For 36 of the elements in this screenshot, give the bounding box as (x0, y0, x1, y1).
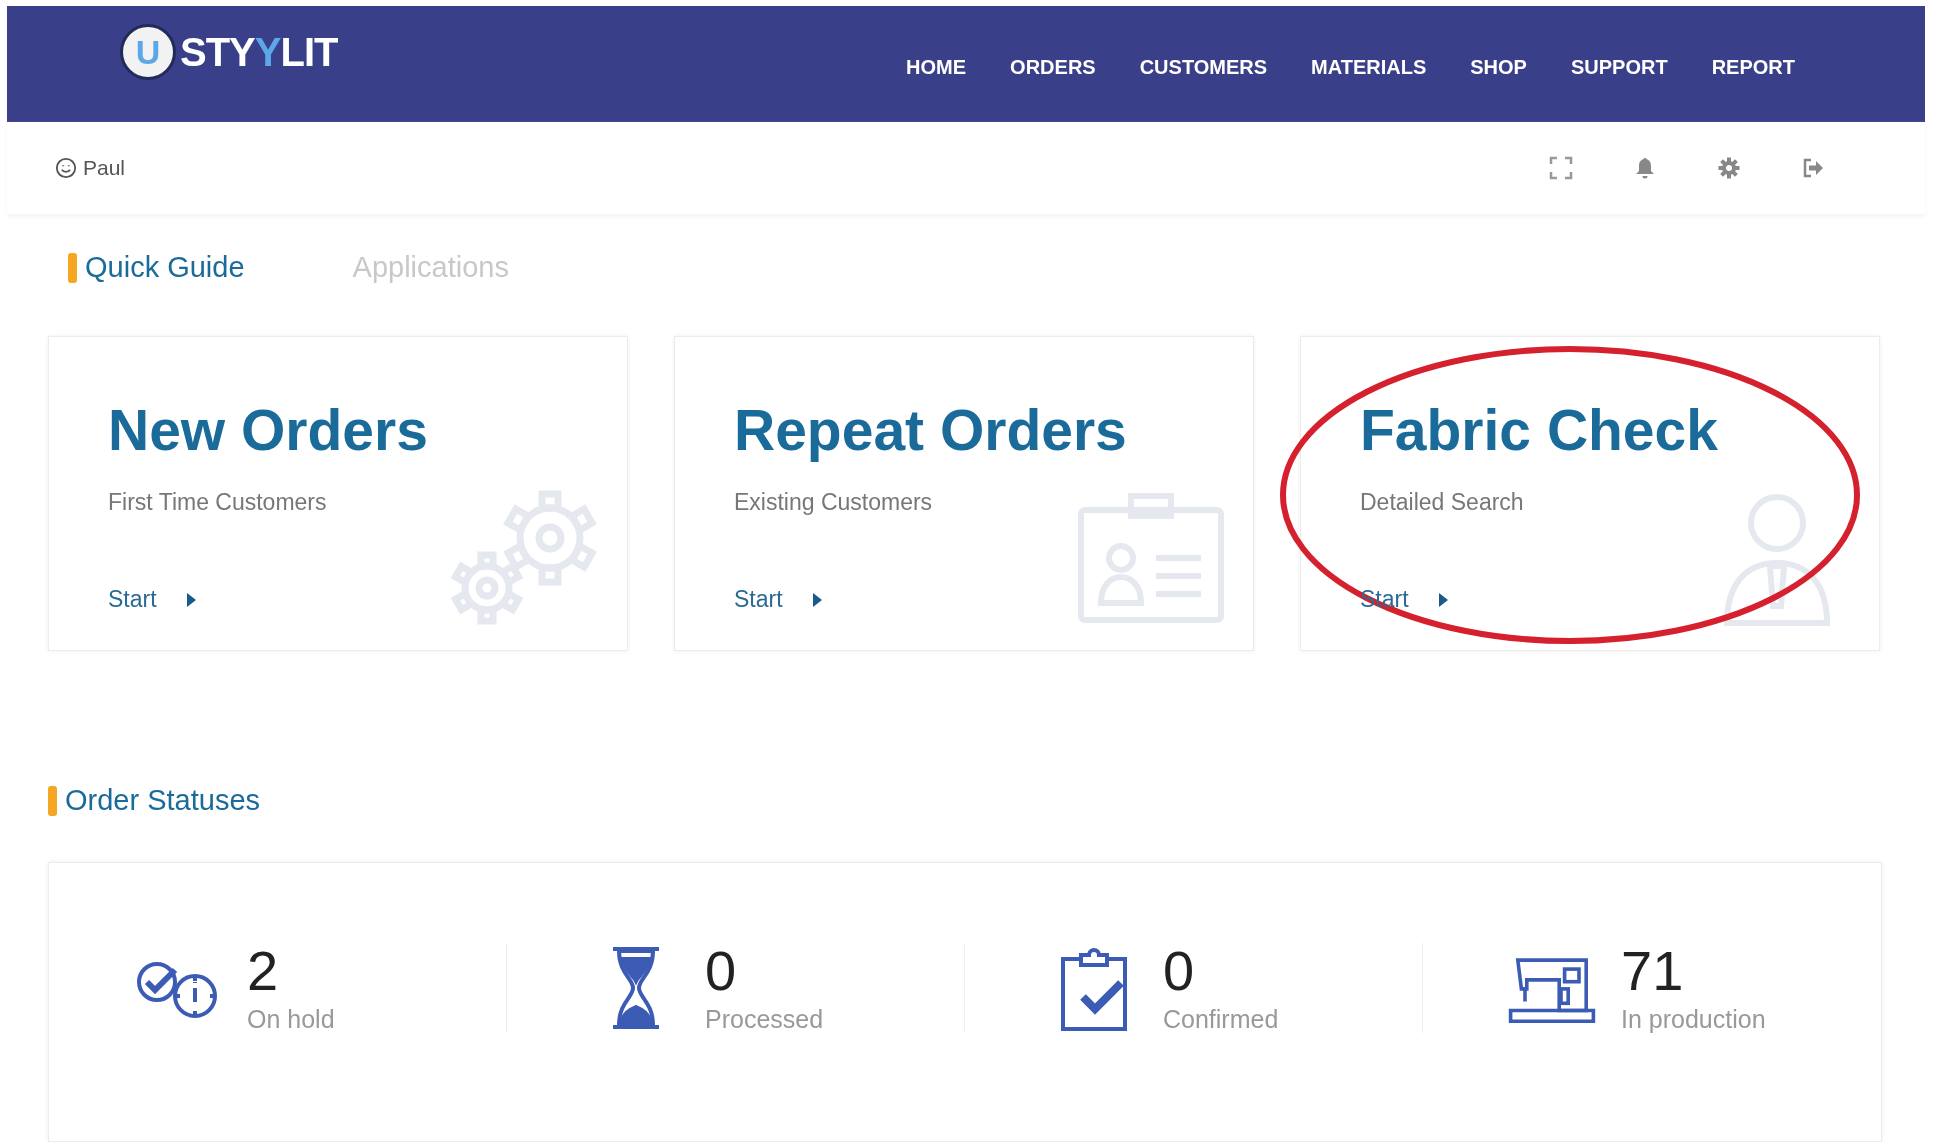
settings-icon[interactable] (1717, 156, 1741, 180)
fullscreen-icon[interactable] (1549, 156, 1573, 180)
logout-icon[interactable] (1801, 156, 1825, 180)
nav-link[interactable]: SUPPORT (1550, 52, 1688, 83)
nav-link[interactable]: HOME (886, 52, 987, 83)
card-title: Repeat Orders (734, 397, 1128, 463)
status-count: 71 (1621, 943, 1685, 999)
user-name[interactable]: Paul (83, 156, 126, 180)
status-count: 2 (247, 943, 280, 999)
status-label: Processed (705, 1005, 824, 1034)
caret-icon (812, 592, 822, 607)
start-link[interactable]: Start (734, 586, 822, 613)
nav-link[interactable]: SHOP (1450, 52, 1547, 83)
card-subtitle: Detailed Search (1360, 489, 1525, 516)
card-title: Fabric Check (1360, 397, 1719, 463)
nav-link[interactable]: REPORT (1691, 52, 1815, 83)
status-label: On hold (247, 1005, 335, 1034)
card-title: New Orders (108, 397, 429, 463)
nav-link[interactable]: MATERIALS (1291, 52, 1447, 83)
caret-icon (186, 592, 196, 607)
caret-icon (1438, 592, 1448, 607)
start-link[interactable]: Start (108, 586, 196, 613)
status-count: 0 (1163, 943, 1196, 999)
card-subtitle: First Time Customers (108, 489, 328, 516)
nav-link[interactable]: ORDERS (990, 52, 1116, 83)
section-title: Order Statuses (65, 784, 261, 817)
status-count: 0 (705, 943, 738, 999)
status-label: Confirmed (1163, 1005, 1279, 1034)
smiley-icon (55, 157, 77, 179)
nav-link[interactable]: CUSTOMERS (1119, 52, 1288, 83)
card-subtitle: Existing Customers (734, 489, 934, 516)
section-marker (48, 785, 57, 816)
tab[interactable]: Quick Guide (68, 247, 245, 288)
logo-mark: U (120, 24, 176, 80)
logo-text: STYYLIT (180, 29, 338, 75)
status-label: In production (1621, 1005, 1766, 1034)
